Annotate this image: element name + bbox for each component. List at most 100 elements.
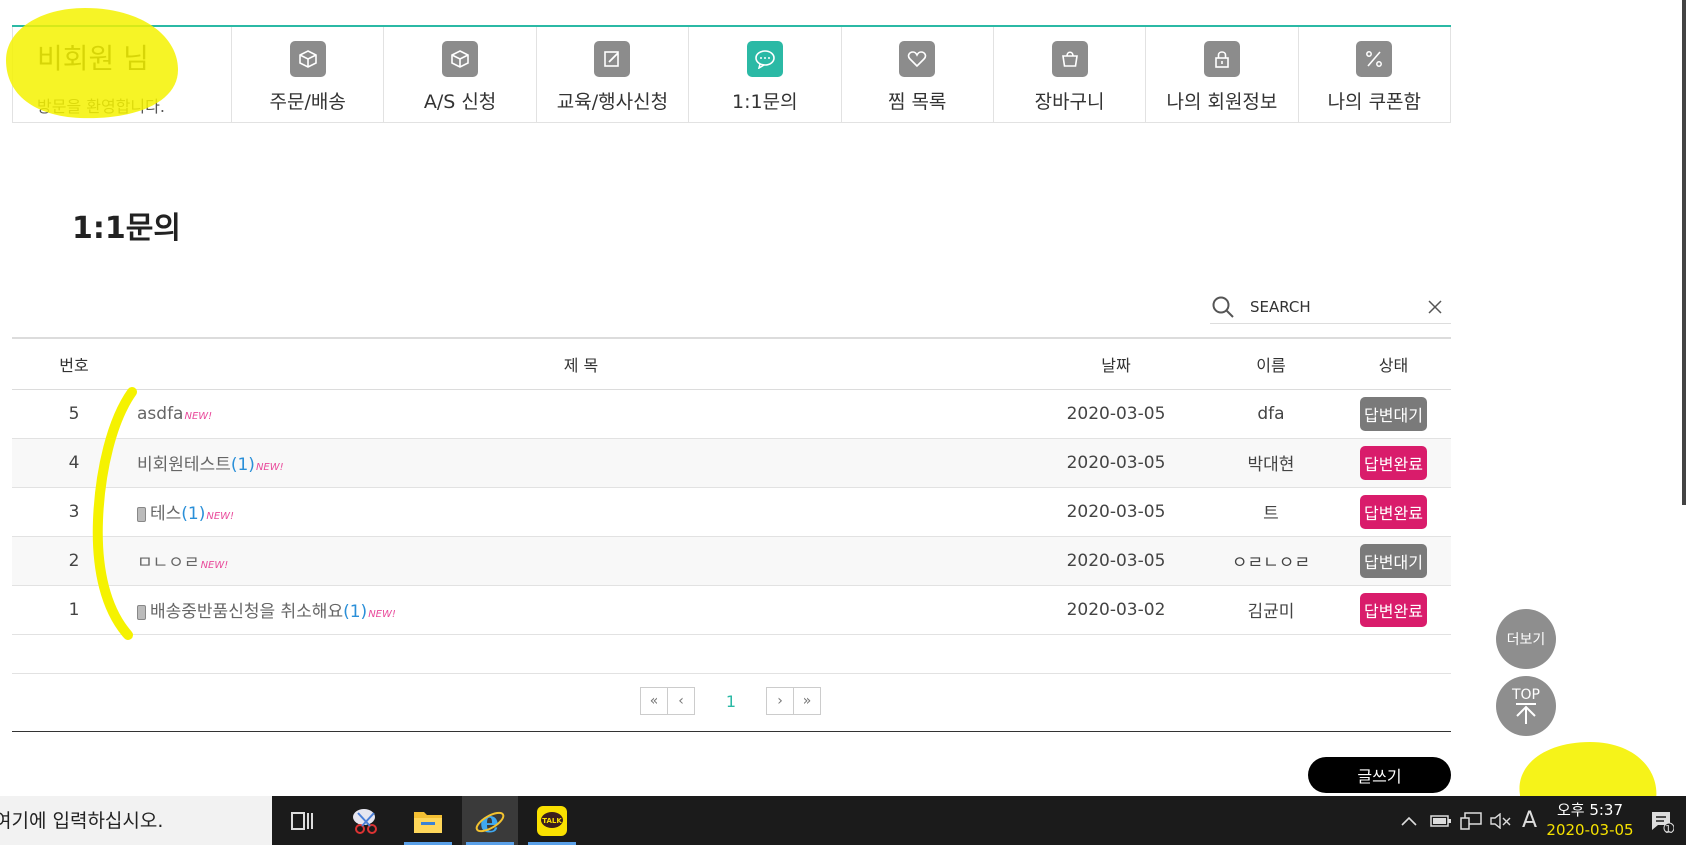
greeting-box: 비회원 님 방문을 환영합니다. [12, 27, 232, 122]
heart-icon [899, 41, 936, 77]
table-row: 4 비회원테스트(1)NEW! 2020-03-05 박대현 답변완료 [12, 438, 1451, 488]
row-number: 1 [12, 585, 136, 635]
taskbar-search[interactable]: 여기에 입력하십시오. [0, 796, 272, 845]
pagination: « ‹ 1 › » [640, 687, 821, 715]
row-title-link[interactable]: ㅁㄴㅇㄹ [137, 553, 200, 573]
arrow-up-icon [1516, 703, 1536, 724]
nav-item-1[interactable]: A/S 신청 [384, 27, 537, 122]
clock-date: 2020-03-05 [1546, 821, 1634, 839]
battery-icon[interactable] [1430, 796, 1452, 845]
kakaotalk-icon[interactable]: TALK [524, 796, 580, 845]
nav-label: 나의 회원정보 [1166, 91, 1278, 113]
lock-icon [1203, 41, 1240, 77]
page-number-1[interactable]: 1 [695, 692, 767, 711]
status-badge[interactable]: 답변대기 [1360, 396, 1427, 431]
table-row: 5 asdfaNEW! 2020-03-05 dfa 답변대기 [12, 389, 1451, 439]
nav-label: A/S 신청 [423, 91, 497, 113]
row-status-cell: 답변완료 [1336, 585, 1451, 635]
mobile-icon [137, 604, 146, 620]
last-page-button[interactable]: » [793, 687, 821, 715]
row-status-cell: 답변대기 [1336, 389, 1451, 439]
scroll-top-button[interactable]: TOP [1496, 676, 1556, 736]
write-button[interactable]: 글쓰기 [1308, 757, 1451, 793]
row-status-cell: 답변완료 [1336, 438, 1451, 488]
snipping-tool-icon[interactable] [338, 796, 394, 845]
svg-text:TALK: TALK [542, 817, 562, 825]
row-title-cell: ㅁㄴㅇㄹNEW! [136, 536, 1026, 586]
nav-item-5[interactable]: 장바구니 [994, 27, 1147, 122]
header-status: 상태 [1336, 337, 1451, 390]
status-badge[interactable]: 답변완료 [1360, 592, 1427, 627]
first-page-button[interactable]: « [640, 687, 668, 715]
svg-text:e: e [480, 805, 499, 837]
row-date: 2020-03-05 [1026, 438, 1206, 488]
row-title-link[interactable]: 비회원테스트 [137, 455, 231, 475]
next-page-button[interactable]: › [766, 687, 794, 715]
row-status-cell: 답변대기 [1336, 536, 1451, 586]
table-header-row: 번호 제 목 날짜 이름 상태 [12, 337, 1451, 390]
ime-indicator[interactable]: A [1522, 796, 1537, 845]
prev-page-button[interactable]: ‹ [667, 687, 695, 715]
top-label: TOP [1511, 687, 1540, 703]
welcome-text: 방문을 환영합니다. [37, 97, 165, 116]
row-title-cell: 테스(1)NEW! [136, 487, 1026, 537]
bag-icon [1051, 41, 1088, 77]
status-badge[interactable]: 답변완료 [1360, 445, 1427, 480]
scrollbar[interactable] [1682, 0, 1686, 505]
taskbar: 여기에 입력하십시오. e TALK A 오후 5:37 2020-03-05 … [0, 796, 1686, 845]
member-nav: 비회원 님 방문을 환영합니다. 주문/배송 A/S 신청 교육/행사신청 1:1문의… [12, 25, 1451, 123]
bottom-divider [12, 731, 1451, 732]
comment-count: (1) [230, 455, 255, 475]
search-input[interactable] [1248, 296, 1418, 317]
row-title-link[interactable]: 배송중반품신청을 취소해요 [150, 602, 343, 622]
row-title-link[interactable]: asdfa [137, 404, 183, 424]
more-button[interactable]: 더보기 [1496, 609, 1556, 669]
new-badge: NEW! [206, 511, 235, 522]
nav-item-0[interactable]: 주문/배송 [232, 27, 385, 122]
list-divider [12, 673, 1451, 674]
clock[interactable]: 오후 5:37 2020-03-05 [1540, 800, 1640, 840]
internet-explorer-icon[interactable]: e [462, 796, 518, 845]
user-name: 비회원 님 [37, 42, 149, 75]
comment-count: (1) [343, 602, 368, 622]
new-badge: NEW! [184, 410, 213, 422]
nav-label: 장바구니 [1034, 91, 1105, 113]
nav-item-4[interactable]: 찜 목록 [842, 27, 994, 122]
clear-icon[interactable] [1426, 298, 1444, 316]
clock-time: 오후 5:37 [1556, 801, 1624, 819]
row-title-link[interactable]: 테스 [150, 504, 181, 524]
nav-item-6[interactable]: 나의 회원정보 [1146, 27, 1299, 122]
row-number: 5 [12, 389, 136, 439]
percent-icon [1356, 41, 1393, 77]
notification-center-icon[interactable]: 1 [1650, 796, 1674, 845]
notification-count: 1 [1665, 824, 1672, 835]
nav-item-3[interactable]: 1:1문의 [689, 27, 842, 122]
show-hidden-icons-icon[interactable] [1400, 796, 1418, 845]
header-title: 제 목 [136, 337, 1026, 390]
new-badge: NEW! [255, 462, 284, 473]
row-author: ㅇㄹㄴㅇㄹ [1206, 536, 1336, 586]
row-number: 2 [12, 536, 136, 586]
page-title: 1:1문의 [72, 211, 181, 246]
edit-icon [594, 41, 631, 77]
network-icon[interactable] [1460, 796, 1482, 845]
task-view-icon[interactable] [274, 796, 330, 845]
table-row: 1 배송중반품신청을 취소해요(1)NEW! 2020-03-02 김균미 답변완료 [12, 585, 1451, 635]
nav-label: 주문/배송 [269, 91, 346, 113]
status-badge[interactable]: 답변완료 [1360, 494, 1427, 529]
search-icon[interactable] [1210, 294, 1236, 320]
status-badge[interactable]: 답변대기 [1360, 543, 1427, 578]
row-date: 2020-03-05 [1026, 389, 1206, 439]
nav-label: 찜 목록 [887, 91, 947, 113]
row-author: 김균미 [1206, 585, 1336, 635]
row-number: 3 [12, 487, 136, 537]
row-number: 4 [12, 438, 136, 488]
table-row: 3 테스(1)NEW! 2020-03-05 트 답변완료 [12, 487, 1451, 537]
nav-label: 교육/행사신청 [556, 91, 669, 113]
file-explorer-icon[interactable] [400, 796, 456, 845]
nav-item-2[interactable]: 교육/행사신청 [537, 27, 690, 122]
row-title-cell: 배송중반품신청을 취소해요(1)NEW! [136, 585, 1026, 635]
nav-item-7[interactable]: 나의 쿠폰함 [1299, 27, 1451, 122]
volume-muted-icon[interactable] [1490, 796, 1512, 845]
row-status-cell: 답변완료 [1336, 487, 1451, 537]
